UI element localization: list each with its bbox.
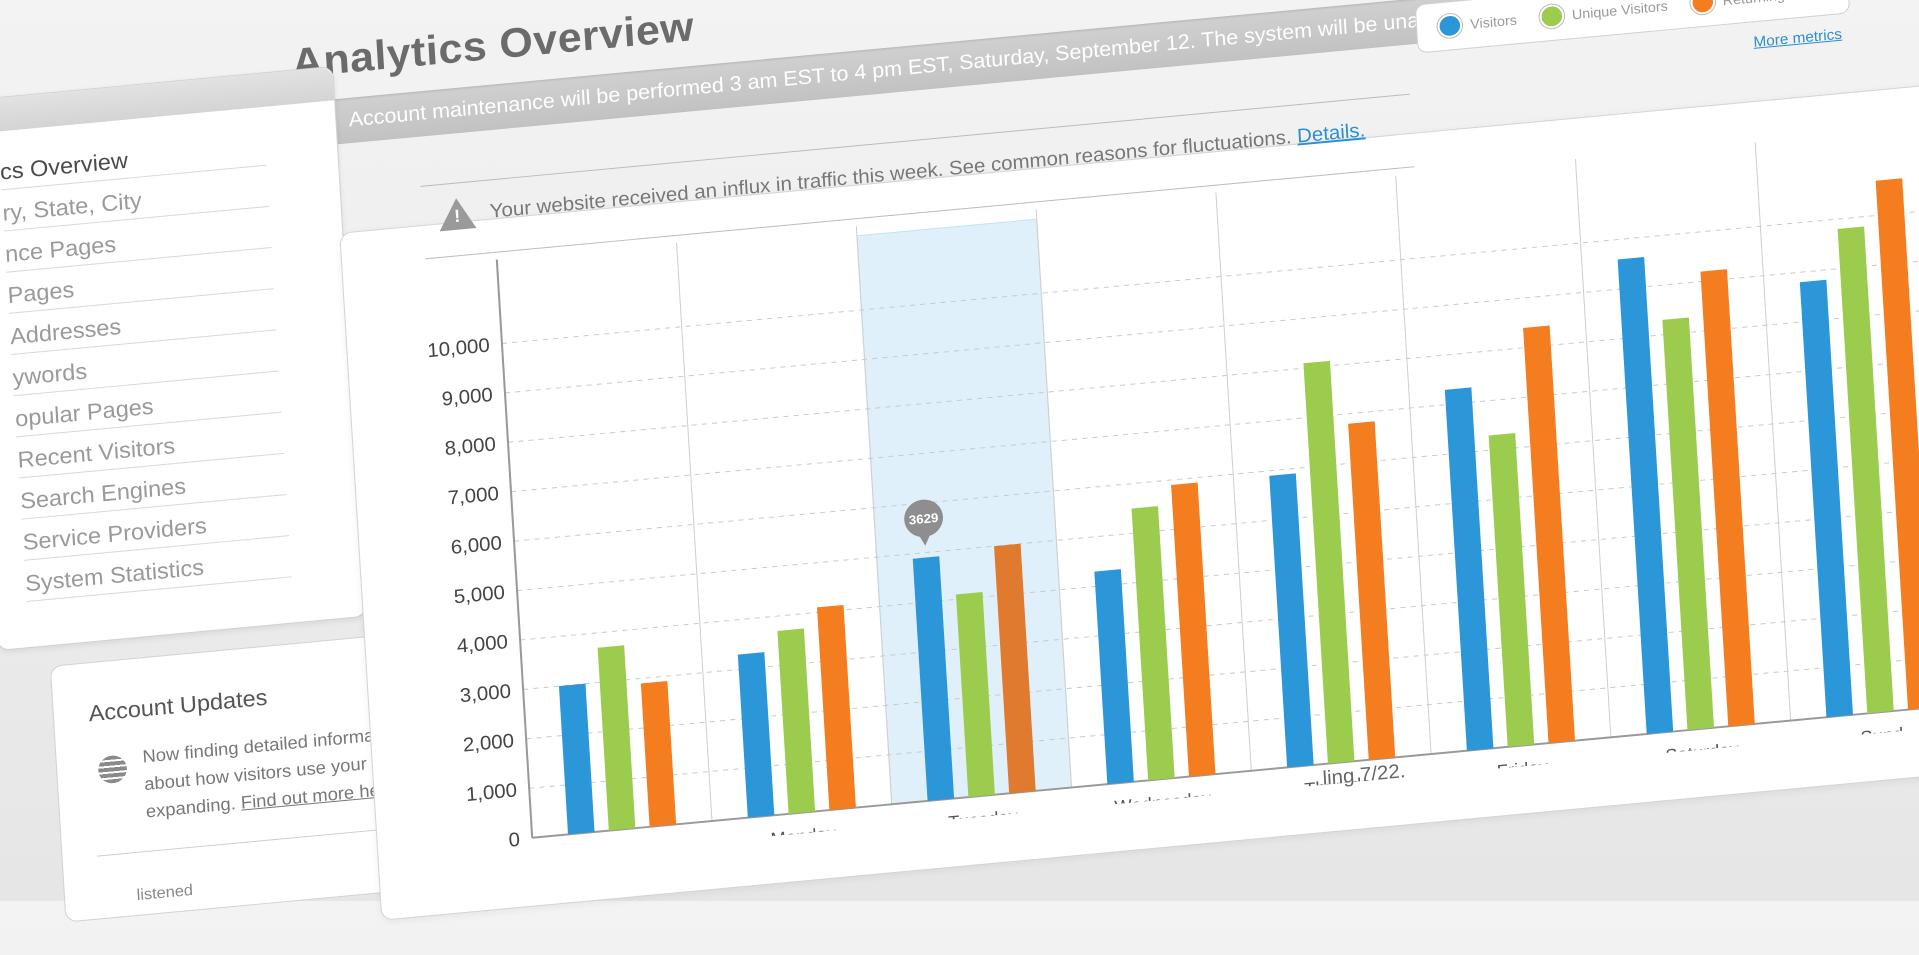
bar <box>1444 387 1494 751</box>
bar <box>1488 433 1535 747</box>
grid-line <box>514 406 1919 542</box>
y-tick-label: 0 <box>508 829 521 852</box>
y-tick-label: 2,000 <box>462 730 514 756</box>
y-tick-label: 10,000 <box>427 335 491 362</box>
tooltip-label: 3629 <box>908 510 938 527</box>
column-divider <box>1215 192 1252 771</box>
y-tick-label: 4,000 <box>456 631 508 657</box>
bar <box>640 681 677 827</box>
y-tick-label: 9,000 <box>441 384 493 410</box>
y-tick-label: 6,000 <box>450 533 502 559</box>
bar <box>737 652 775 818</box>
column-divider <box>676 242 713 822</box>
bar <box>558 683 595 835</box>
analytics-dashboard: Analytics Overview Account maintenance w… <box>0 0 1919 923</box>
bar <box>1348 421 1396 760</box>
column-divider <box>1754 142 1792 721</box>
y-tick-label: 1,000 <box>465 780 517 806</box>
bar <box>777 628 816 814</box>
y-tick-label: 5,000 <box>453 582 505 608</box>
bar <box>816 604 856 811</box>
y-tick-label: 8,000 <box>444 434 496 460</box>
bar <box>1303 360 1355 764</box>
column-divider <box>1574 159 1612 738</box>
y-tick-label: 7,000 <box>447 483 499 509</box>
grid-line <box>517 456 1919 592</box>
y-tick-label: 3,000 <box>459 681 511 707</box>
bar <box>1094 569 1134 785</box>
column-divider <box>1395 175 1432 755</box>
bar <box>1523 325 1576 744</box>
bar <box>1662 317 1714 731</box>
bar <box>597 645 636 831</box>
grid-line <box>520 505 1919 641</box>
bar <box>1171 482 1216 777</box>
bar <box>1131 506 1175 781</box>
